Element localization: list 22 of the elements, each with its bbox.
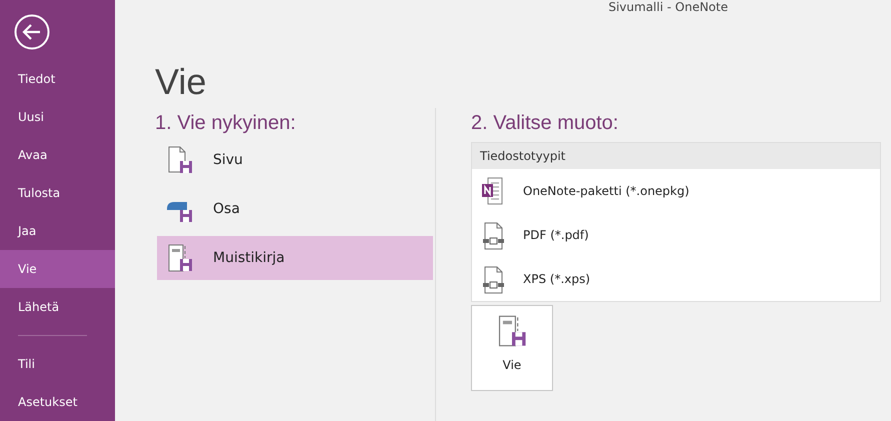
format-option[interactable]: OneNote-paketti (*.onepkg) xyxy=(472,169,880,213)
format-option[interactable]: PDF (*.pdf) xyxy=(472,213,880,257)
nav-item[interactable]: Vie xyxy=(0,250,115,288)
page-title: Vie xyxy=(155,60,208,104)
nav-item[interactable]: Lähetä xyxy=(0,288,115,326)
nav-item[interactable]: Avaa xyxy=(0,136,115,174)
nav-item[interactable]: Asetukset xyxy=(0,383,115,421)
export-option[interactable]: Sivu xyxy=(157,138,433,182)
section-heading: 2. Valitse muoto: xyxy=(471,111,620,136)
nav-item[interactable]: Jaa xyxy=(0,212,115,250)
window-title: Sivumalli - OneNote xyxy=(608,0,728,14)
back-icon[interactable] xyxy=(14,14,50,50)
nav-item[interactable]: Tulosta xyxy=(0,174,115,212)
export-option[interactable]: Muistikirja xyxy=(157,236,433,280)
group-header: Tiedostotyypit xyxy=(472,143,880,169)
section-heading: 1. Vie nykyinen: xyxy=(155,111,297,136)
nav-item[interactable]: Uusi xyxy=(0,98,115,136)
nav-item[interactable]: Tiedot xyxy=(0,60,115,98)
nav-item[interactable]: Tili xyxy=(0,345,115,383)
format-option[interactable]: XPS (*.xps) xyxy=(472,257,880,301)
export-option[interactable]: Osa xyxy=(157,187,433,231)
export-button[interactable]: Vie xyxy=(471,305,553,391)
